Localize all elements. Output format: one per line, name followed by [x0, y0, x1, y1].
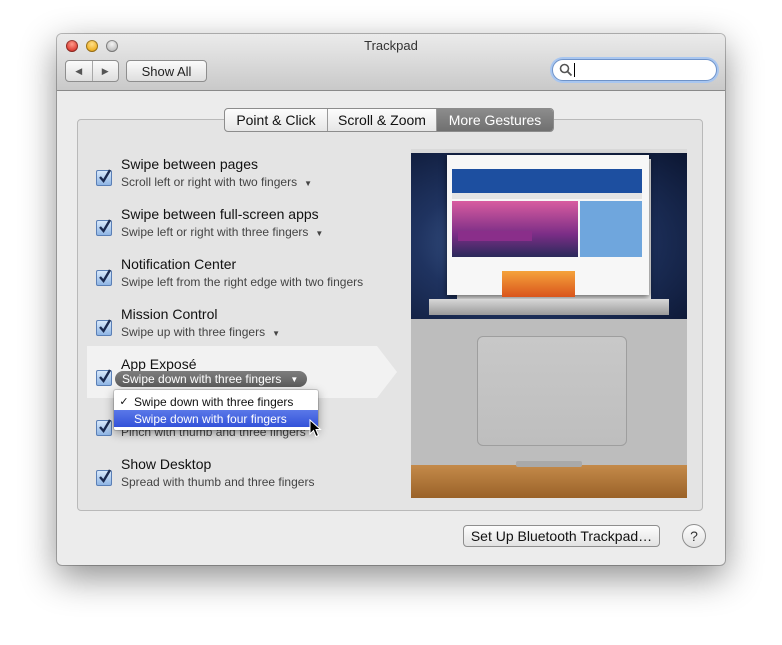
app-expose-popup-button[interactable]: Swipe down with three fingers ▼: [115, 371, 307, 387]
forward-arrow-icon[interactable]: ▶: [93, 61, 119, 81]
mission-control-checkbox[interactable]: [96, 319, 112, 336]
gesture-subtitle[interactable]: Scroll left or right with two fingers ▼: [121, 175, 312, 189]
gesture-row-show-desktop: Show Desktop Spread with thumb and three…: [94, 456, 394, 496]
gesture-row-swipe-pages: Swipe between pages Scroll left or right…: [94, 156, 394, 196]
chevron-down-icon: ▼: [290, 374, 299, 384]
show-desktop-checkbox[interactable]: [96, 469, 112, 486]
search-field[interactable]: [552, 59, 717, 81]
gesture-title: App Exposé: [121, 356, 197, 372]
menu-item-four-fingers[interactable]: Swipe down with four fingers: [114, 410, 318, 427]
gesture-title: Notification Center: [121, 256, 237, 272]
trackpad-window: Trackpad ◀ ▶ Show All Point & Click Scro…: [57, 34, 725, 565]
tab-bar: Point & Click Scroll & Zoom More Gesture…: [224, 108, 554, 132]
gesture-row-notification-center: Notification Center Swipe left from the …: [94, 256, 394, 296]
chevron-down-icon: ▼: [272, 329, 280, 338]
tab-point-click[interactable]: Point & Click: [225, 109, 328, 131]
gesture-title: Show Desktop: [121, 456, 212, 472]
gesture-title: Mission Control: [121, 306, 218, 322]
title-bar: Trackpad ◀ ▶ Show All: [57, 34, 725, 91]
back-arrow-icon[interactable]: ◀: [66, 61, 93, 81]
gesture-subtitle: Spread with thumb and three fingers: [121, 475, 315, 489]
back-forward-control: ◀ ▶: [65, 60, 119, 82]
checkmark-icon: ✓: [119, 396, 129, 408]
tab-scroll-zoom[interactable]: Scroll & Zoom: [328, 109, 437, 131]
chevron-down-icon: ▼: [315, 229, 324, 238]
text-cursor: [574, 63, 575, 77]
gesture-dropdown-menu: ✓ Swipe down with three fingers Swipe dow…: [114, 390, 318, 430]
menu-item-three-fingers[interactable]: ✓ Swipe down with three fingers: [114, 393, 318, 410]
swipe-pages-checkbox[interactable]: [96, 169, 112, 186]
app-expose-checkbox[interactable]: [96, 369, 112, 386]
gesture-title: Swipe between full-screen apps: [121, 206, 319, 222]
mouse-pointer-icon: [309, 419, 322, 438]
preview-dock: [429, 299, 669, 315]
preview-screen: [411, 149, 687, 319]
chevron-down-icon: ▼: [304, 179, 312, 188]
search-icon: [559, 63, 573, 77]
help-button[interactable]: ?: [682, 524, 706, 548]
notification-center-checkbox[interactable]: [96, 269, 112, 286]
gesture-subtitle: Swipe left from the right edge with two …: [121, 275, 364, 289]
preview-browser-window: [447, 155, 649, 297]
gesture-subtitle[interactable]: Swipe left or right with three fingers ▼: [121, 225, 323, 239]
gesture-row-mission-control: Mission Control Swipe up with three fing…: [94, 306, 394, 346]
gesture-row-swipe-fullscreen: Swipe between full-screen apps Swipe lef…: [94, 206, 394, 246]
show-all-button[interactable]: Show All: [126, 60, 207, 82]
gesture-title: Swipe between pages: [121, 156, 258, 172]
gesture-subtitle[interactable]: Swipe up with three fingers ▼: [121, 325, 280, 339]
preview-table: [411, 465, 687, 498]
window-title: Trackpad: [364, 38, 418, 53]
preview-trackpad: [477, 336, 627, 446]
swipe-fullscreen-checkbox[interactable]: [96, 219, 112, 236]
setup-bluetooth-trackpad-button[interactable]: Set Up Bluetooth Trackpad…: [463, 525, 660, 547]
gesture-preview-image: [411, 149, 687, 498]
launchpad-checkbox[interactable]: [96, 419, 112, 436]
tab-more-gestures[interactable]: More Gestures: [437, 109, 553, 131]
